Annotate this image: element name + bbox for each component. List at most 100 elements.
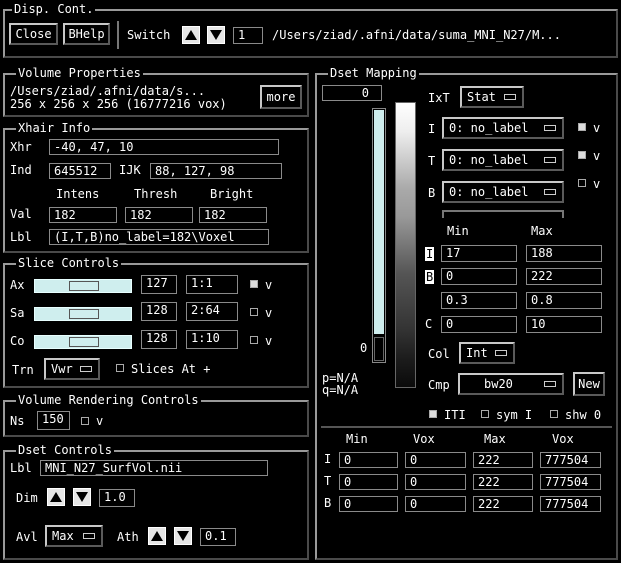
co-slider[interactable] bbox=[34, 335, 132, 349]
t-v-label: v bbox=[593, 149, 601, 163]
ixt-menu[interactable]: Stat bbox=[460, 86, 524, 108]
switch-index-field[interactable]: 1 bbox=[233, 27, 263, 44]
range-i-max[interactable]: 188 bbox=[526, 245, 602, 262]
ijk-label: IJK bbox=[119, 163, 141, 177]
ns-v-label: v bbox=[96, 414, 104, 428]
slices-at-checkbox[interactable] bbox=[116, 364, 124, 372]
ijk-field[interactable]: 88, 127, 98 bbox=[150, 163, 282, 179]
threshold-slider[interactable] bbox=[372, 108, 386, 363]
range-bright-max[interactable]: 0.8 bbox=[526, 292, 602, 309]
co-slice-field[interactable]: 128 bbox=[141, 330, 177, 349]
ath-field[interactable]: 0.1 bbox=[200, 528, 236, 546]
menu-indicator-icon bbox=[83, 533, 95, 539]
sa-slice-field[interactable]: 128 bbox=[141, 302, 177, 321]
ind-field[interactable]: 645512 bbox=[49, 163, 111, 179]
b-v-label: v bbox=[593, 177, 601, 191]
t-menu[interactable]: 0: no_label bbox=[442, 149, 564, 171]
trn-menu-value: Vwr bbox=[51, 362, 73, 376]
t-visible-checkbox[interactable] bbox=[578, 151, 586, 159]
ax-slider[interactable] bbox=[34, 279, 132, 293]
co-visible-checkbox[interactable] bbox=[250, 336, 258, 344]
table-cell: 777504 bbox=[540, 452, 601, 468]
avl-menu[interactable]: Max bbox=[45, 525, 103, 547]
val-label: Val bbox=[10, 207, 32, 221]
bar-bottom-value: 0 bbox=[360, 341, 368, 355]
col-menu[interactable]: Int bbox=[459, 342, 515, 364]
table-cell: 0 bbox=[339, 496, 398, 512]
dim-field[interactable]: 1.0 bbox=[99, 489, 135, 507]
bright-header: Bright bbox=[210, 187, 254, 201]
volume-path: /Users/ziad/.afni/data/s... bbox=[10, 84, 206, 98]
col-menu-value: Int bbox=[466, 346, 488, 360]
t-menu-value: 0: no_label bbox=[449, 153, 529, 167]
ax-v-label: v bbox=[265, 278, 273, 292]
more-button[interactable]: more bbox=[260, 85, 302, 109]
threshold-slider-track bbox=[374, 110, 384, 334]
ns-field[interactable]: 150 bbox=[37, 411, 70, 430]
cmp-menu[interactable]: bw20 bbox=[458, 373, 564, 395]
table-cell: 0 bbox=[405, 452, 466, 468]
ixt-menu-value: Stat bbox=[467, 90, 496, 104]
close-button[interactable]: Close bbox=[9, 23, 58, 45]
dset-lbl-field: MNI_N27_SurfVol.nii bbox=[40, 460, 268, 476]
slice-controls-title: Slice Controls bbox=[16, 256, 122, 270]
menu-indicator-icon bbox=[544, 125, 556, 131]
xhr-field[interactable]: -40, 47, 10 bbox=[49, 139, 279, 155]
threshold-slider-thumb[interactable] bbox=[374, 337, 384, 361]
i-visible-checkbox[interactable] bbox=[578, 123, 586, 131]
new-colormap-button[interactable]: New bbox=[573, 372, 605, 396]
switch-up-arrow-icon[interactable] bbox=[182, 26, 200, 44]
ax-slice-field[interactable]: 127 bbox=[141, 275, 177, 294]
xhair-info-title: Xhair Info bbox=[16, 121, 93, 135]
dim-up-arrow-icon[interactable] bbox=[47, 488, 65, 506]
ax-slider-thumb[interactable] bbox=[69, 281, 99, 291]
b-visible-checkbox[interactable] bbox=[578, 179, 586, 187]
dim-label: Dim bbox=[16, 491, 38, 505]
q-value-label: q=N/A bbox=[322, 383, 359, 397]
table-cell: 777504 bbox=[540, 474, 601, 490]
dim-down-arrow-icon[interactable] bbox=[73, 488, 91, 506]
sa-slider-thumb[interactable] bbox=[69, 309, 99, 319]
co-ratio-field[interactable]: 1:10 bbox=[186, 330, 238, 349]
ath-up-arrow-icon[interactable] bbox=[148, 527, 166, 545]
range-b-min[interactable]: 0 bbox=[441, 268, 517, 285]
sa-slider[interactable] bbox=[34, 307, 132, 321]
sa-visible-checkbox[interactable] bbox=[250, 308, 258, 316]
trn-menu[interactable]: Vwr bbox=[44, 358, 100, 380]
bar-top-value[interactable]: 0 bbox=[322, 85, 382, 101]
t-label: T bbox=[428, 154, 436, 168]
avl-menu-value: Max bbox=[52, 529, 74, 543]
ath-down-arrow-icon[interactable] bbox=[174, 527, 192, 545]
ax-visible-checkbox[interactable] bbox=[250, 280, 258, 288]
sym-checkbox[interactable] bbox=[481, 410, 489, 418]
range-b-label: B bbox=[425, 270, 435, 284]
switch-down-arrow-icon[interactable] bbox=[207, 26, 225, 44]
sa-ratio-field[interactable]: 2:64 bbox=[186, 302, 238, 321]
bhelp-button[interactable]: BHelp bbox=[63, 23, 110, 45]
range-b-max[interactable]: 222 bbox=[526, 268, 602, 285]
iti-checkbox[interactable] bbox=[429, 410, 437, 418]
range-c-max[interactable]: 10 bbox=[526, 316, 602, 333]
dset-lbl-label: Lbl bbox=[10, 461, 32, 475]
range-table-frame bbox=[321, 426, 612, 428]
lbl-field: (I,T,B)no_label=182\Voxel bbox=[49, 229, 269, 245]
menu-indicator-icon bbox=[495, 350, 507, 356]
table-header-min: Min bbox=[346, 432, 368, 446]
shw-checkbox[interactable] bbox=[550, 410, 558, 418]
disp-cont-title: Disp. Cont. bbox=[12, 2, 96, 16]
range-i-label: I bbox=[425, 247, 435, 261]
b-menu[interactable]: 0: no_label bbox=[442, 181, 564, 203]
range-c-min[interactable]: 0 bbox=[441, 316, 517, 333]
co-slider-thumb[interactable] bbox=[69, 337, 99, 347]
b-label: B bbox=[428, 186, 436, 200]
ax-ratio-field[interactable]: 1:1 bbox=[186, 275, 238, 294]
table-row-label: I bbox=[324, 452, 332, 466]
table-cell: 0 bbox=[405, 474, 466, 490]
i-menu[interactable]: 0: no_label bbox=[442, 117, 564, 139]
range-bright-min[interactable]: 0.3 bbox=[441, 292, 517, 309]
ns-visible-checkbox[interactable] bbox=[81, 417, 89, 425]
dataset-path: /Users/ziad/.afni/data/suma_MNI_N27/M... bbox=[272, 28, 561, 42]
range-i-min[interactable]: 17 bbox=[441, 245, 517, 262]
ax-label: Ax bbox=[10, 278, 25, 292]
bright-value: 182 bbox=[199, 207, 267, 223]
